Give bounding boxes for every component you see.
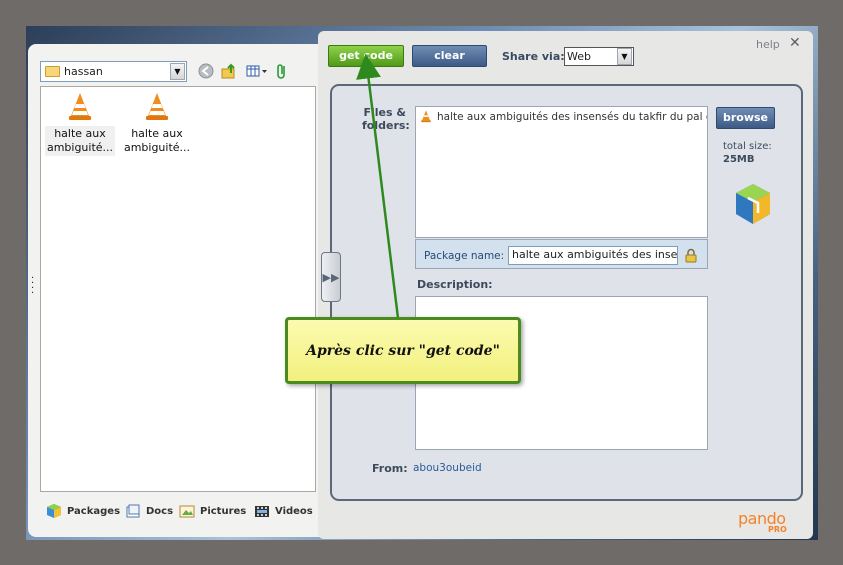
collapse-panel-icon[interactable]: ▶▶ — [321, 252, 341, 302]
lock-icon[interactable] — [684, 248, 698, 263]
list-item[interactable]: halte aux ambiguités des insensés du tak… — [416, 107, 707, 126]
docs-icon — [126, 504, 140, 518]
resize-grip[interactable]: · · · · — [31, 274, 35, 299]
pictures-icon — [179, 505, 195, 518]
paperclip-icon[interactable] — [273, 62, 291, 80]
folder-icon — [45, 66, 60, 77]
from-user-link[interactable]: abou3oubeid — [413, 462, 482, 474]
vlc-cone-icon — [144, 92, 170, 122]
package-name-label: Package name: — [424, 250, 505, 262]
annotation-callout: Après clic sur "get code" — [285, 317, 521, 384]
package-cube-icon — [736, 184, 770, 224]
folder-up-icon[interactable] — [220, 62, 238, 80]
file-item[interactable]: halte aux ambiguité... — [122, 92, 192, 156]
total-size-value: 25MB — [723, 154, 755, 165]
share-via-value: Web — [567, 50, 591, 63]
pando-pro-badge: PRO — [768, 525, 787, 534]
from-label: From: — [372, 462, 408, 475]
back-icon[interactable] — [197, 62, 215, 80]
folder-name: hassan — [64, 65, 103, 78]
videos-icon — [255, 506, 269, 517]
total-size-label: total size: — [723, 141, 772, 152]
tab-label: Pictures — [200, 505, 247, 517]
file-entry-name: halte aux ambiguités des insensés du tak… — [437, 110, 707, 123]
vlc-cone-icon — [67, 92, 93, 122]
tab-label: Packages — [67, 505, 121, 517]
clear-button[interactable]: clear — [412, 45, 487, 67]
tab-label: Videos — [275, 505, 313, 517]
file-label: halte aux ambiguité... — [123, 127, 191, 154]
tab-packages[interactable]: Packages — [46, 503, 120, 519]
annotation-text: Après clic sur "get code" — [306, 342, 500, 359]
package-name-input[interactable]: halte aux ambiguités des insensés — [508, 246, 678, 265]
annotation-arrow — [356, 53, 400, 319]
close-icon[interactable]: ✕ — [789, 35, 801, 51]
folder-dropdown[interactable]: hassan ▼ — [40, 61, 187, 82]
description-label: Description: — [417, 278, 493, 291]
files-drop-list[interactable]: halte aux ambiguités des insensés du tak… — [415, 106, 708, 238]
view-options-icon[interactable] — [245, 62, 269, 80]
file-item[interactable]: halte aux ambiguité... — [45, 92, 115, 156]
file-label: halte aux ambiguité... — [45, 126, 115, 156]
chevron-down-icon[interactable]: ▼ — [617, 48, 632, 65]
share-via-dropdown[interactable]: Web ▼ — [564, 47, 634, 66]
vlc-cone-icon — [421, 110, 431, 123]
tab-label: Docs — [146, 505, 174, 517]
tab-videos[interactable]: Videos — [254, 503, 313, 519]
tab-docs[interactable]: Docs — [125, 503, 173, 519]
help-link[interactable]: help — [756, 38, 780, 51]
browse-button[interactable]: browse — [716, 107, 775, 129]
share-via-label: Share via: — [502, 50, 565, 63]
chevron-down-icon[interactable]: ▼ — [170, 63, 185, 80]
package-icon — [47, 504, 61, 518]
tab-pictures[interactable]: Pictures — [179, 503, 246, 519]
